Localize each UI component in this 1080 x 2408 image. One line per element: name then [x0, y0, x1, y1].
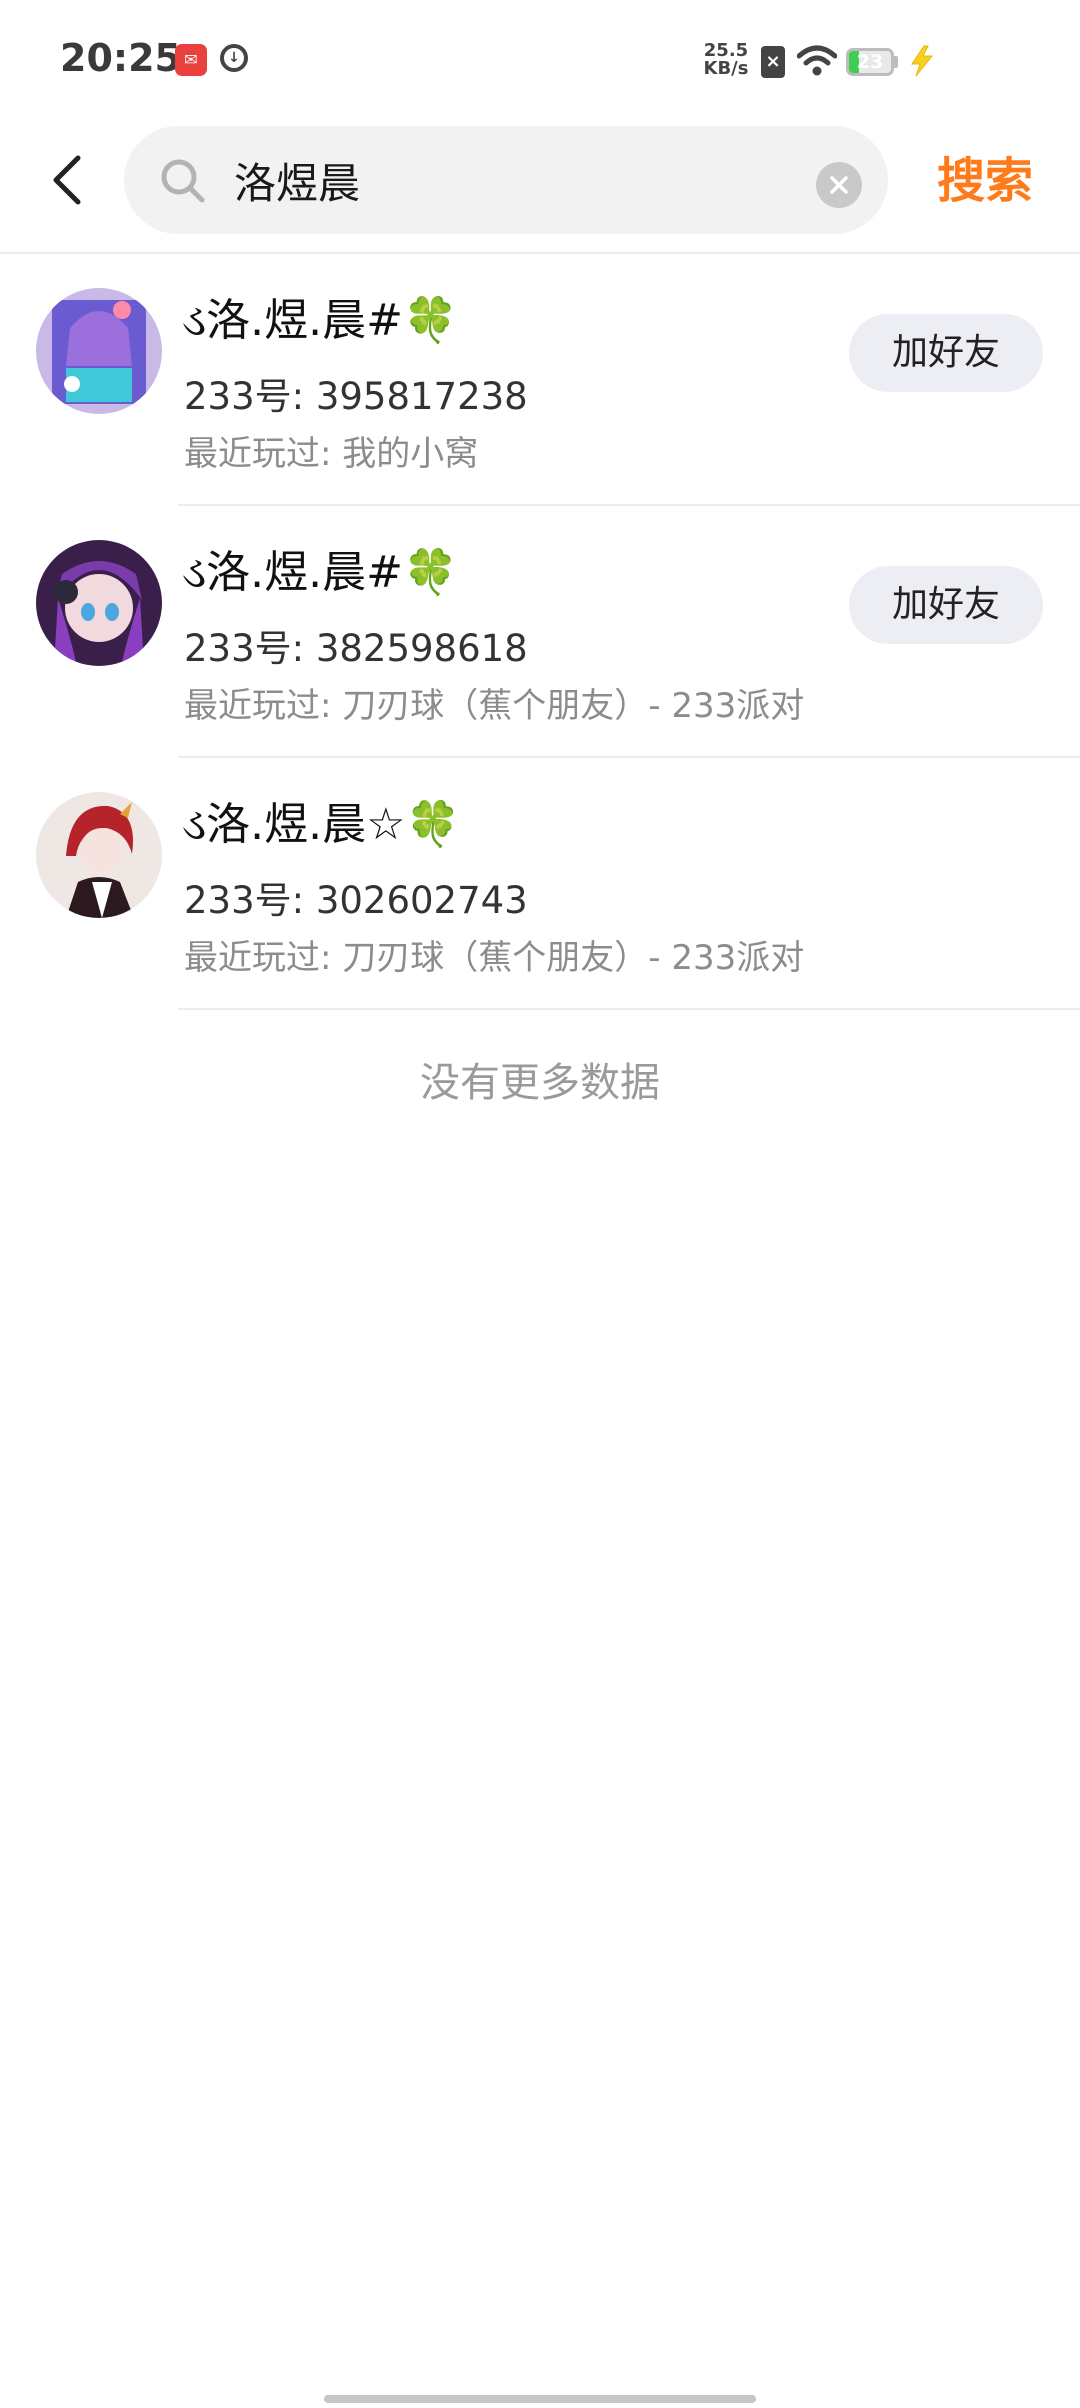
search-box[interactable] [124, 126, 888, 234]
list-item[interactable]: ડ洛.煜.晨#🍀 233号: 382598618 最近玩过: 刀刃球（蕉个朋友）… [0, 506, 1080, 758]
close-icon [830, 176, 848, 194]
screen: 20:25 ✉ ↓ 25.5 KB/s × 23 洛煜晨 搜索 ડ洛.煜.晨#🍀… [0, 0, 1080, 2408]
network-speed: 25.5 KB/s [698, 42, 754, 78]
user-id: 233号: 395817238 [184, 375, 528, 418]
list-item[interactable]: ડ洛.煜.晨☆🍀 233号: 302602743 最近玩过: 刀刃球（蕉个朋友）… [0, 758, 1080, 1010]
sync-notification-icon: ↓ [220, 44, 248, 72]
clover-icon: 🍀 [403, 547, 458, 598]
network-speed-unit: KB/s [703, 58, 749, 79]
nickname-text: ડ洛.煜.晨☆ [182, 799, 406, 850]
home-indicator[interactable] [324, 2395, 756, 2403]
no-more-data-text: 没有更多数据 [420, 1060, 660, 1106]
nickname-text: ડ洛.煜.晨# [182, 295, 403, 346]
nickname: ડ洛.煜.晨#🍀 [182, 536, 458, 600]
search-icon [161, 159, 205, 203]
nickname-text: ડ洛.煜.晨# [182, 547, 403, 598]
user-id: 233号: 382598618 [184, 627, 528, 670]
recent-played: 最近玩过: 我的小窝 [184, 434, 479, 474]
app-notification-icon: ✉ [175, 44, 207, 76]
clear-search-button[interactable] [816, 162, 862, 208]
no-sim-icon: × [761, 46, 785, 78]
charging-icon [911, 45, 934, 77]
add-friend-button[interactable]: 加好友 [849, 314, 1043, 392]
status-time: 20:25 [60, 36, 181, 80]
result-list: ડ洛.煜.晨#🍀 233号: 395817238 最近玩过: 我的小窝 加好友 [0, 254, 1080, 1010]
status-bar: 20:25 ✉ ↓ 25.5 KB/s × 23 [0, 0, 1080, 120]
user-id: 233号: 302602743 [184, 879, 528, 922]
search-submit-button[interactable]: 搜索 [910, 146, 1060, 216]
nickname: ડ洛.煜.晨#🍀 [182, 284, 458, 348]
battery-level: 23 [856, 51, 884, 73]
list-item[interactable]: ડ洛.煜.晨#🍀 233号: 395817238 最近玩过: 我的小窝 加好友 [0, 254, 1080, 506]
clover-icon: 🍀 [405, 799, 461, 850]
avatar[interactable] [36, 792, 162, 918]
divider [178, 1008, 1080, 1010]
recent-played: 最近玩过: 刀刃球（蕉个朋友）- 233派对 [184, 686, 805, 726]
wifi-icon [797, 45, 837, 76]
add-friend-button[interactable]: 加好友 [849, 566, 1043, 644]
battery-icon: 23 [846, 48, 894, 76]
avatar[interactable] [36, 288, 162, 414]
search-header: 搜索 [0, 120, 1080, 254]
battery-tip [894, 56, 898, 68]
clover-icon: 🍀 [403, 295, 458, 346]
search-input[interactable] [234, 148, 794, 212]
avatar[interactable] [36, 540, 162, 666]
nickname: ડ洛.煜.晨☆🍀 [182, 788, 460, 852]
back-button[interactable] [40, 150, 100, 210]
recent-played: 最近玩过: 刀刃球（蕉个朋友）- 233派对 [184, 938, 805, 978]
